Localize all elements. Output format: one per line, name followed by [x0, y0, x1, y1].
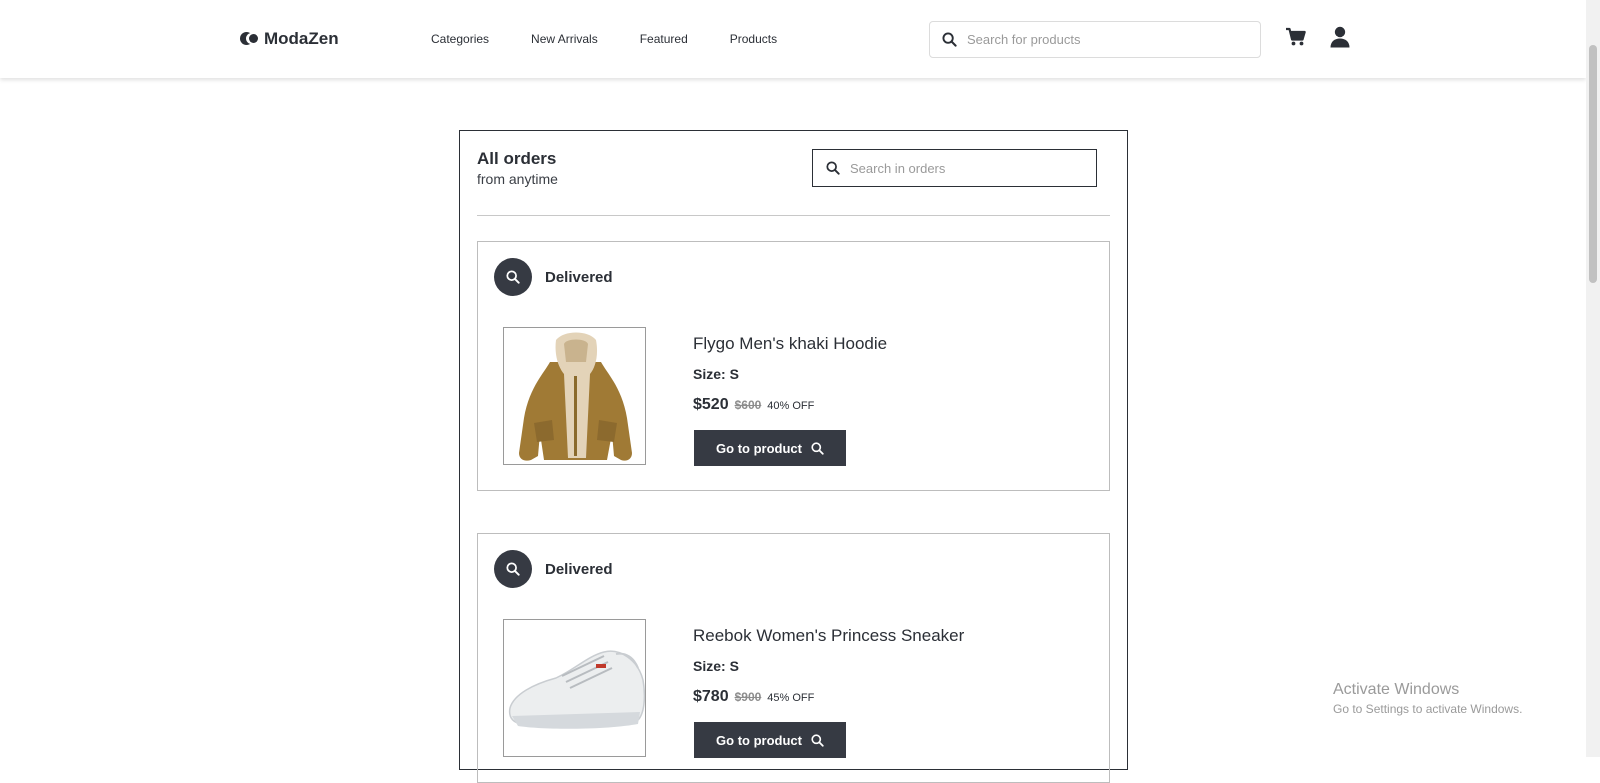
- order-status: Delivered: [545, 269, 613, 286]
- product-name[interactable]: Reebok Women's Princess Sneaker: [693, 626, 964, 646]
- search-icon: [506, 562, 520, 576]
- nav-link-featured[interactable]: Featured: [640, 32, 688, 46]
- orders-divider: [477, 215, 1110, 216]
- scrollbar-thumb[interactable]: [1589, 45, 1597, 283]
- order-card: Delivered Reebok Women's Princess Sneake…: [477, 533, 1110, 783]
- orders-title: All orders: [477, 149, 557, 168]
- order-status: Delivered: [545, 561, 613, 578]
- orders-search-input[interactable]: [850, 160, 1096, 176]
- cart-icon[interactable]: [1285, 27, 1307, 47]
- brand-logo[interactable]: ModaZen: [240, 29, 339, 49]
- order-card: Delivered Flygo Men's khaki Hoodie Size:…: [477, 241, 1110, 491]
- status-icon: [494, 258, 532, 296]
- product-search-input[interactable]: [967, 32, 1260, 47]
- top-navbar: ModaZen Categories New Arrivals Featured…: [0, 0, 1586, 78]
- product-image[interactable]: [503, 327, 646, 465]
- orders-search-bar[interactable]: [812, 149, 1097, 187]
- search-icon: [826, 161, 840, 175]
- product-image[interactable]: [503, 619, 646, 757]
- product-discount: 45% OFF: [767, 692, 815, 704]
- go-to-product-button[interactable]: Go to product: [694, 722, 846, 758]
- nav-link-products[interactable]: Products: [730, 32, 777, 46]
- search-icon: [811, 733, 824, 747]
- main-nav: Categories New Arrivals Featured Product…: [431, 32, 819, 46]
- orders-panel: All orders from anytime Delivered: [459, 130, 1128, 783]
- windows-activation-watermark: Activate Windows Go to Settings to activ…: [1333, 681, 1522, 716]
- orders-subtitle: from anytime: [477, 171, 558, 187]
- brand-name: ModaZen: [264, 29, 339, 48]
- hoodie-image: [519, 332, 632, 461]
- product-size: Size: S: [693, 366, 739, 382]
- nav-link-new-arrivals[interactable]: New Arrivals: [531, 32, 598, 46]
- product-price: $780: [693, 688, 729, 705]
- product-search-bar[interactable]: [929, 21, 1261, 58]
- status-icon: [494, 550, 532, 588]
- search-icon: [506, 270, 520, 284]
- product-name[interactable]: Flygo Men's khaki Hoodie: [693, 334, 887, 354]
- sneaker-image: [508, 650, 645, 729]
- modazen-logo-icon: [240, 31, 260, 47]
- go-to-product-label: Go to product: [716, 440, 802, 456]
- product-price: $520: [693, 396, 729, 413]
- watermark-title: Activate Windows: [1333, 681, 1460, 698]
- product-old-price: $600: [734, 398, 762, 412]
- go-to-product-label: Go to product: [716, 732, 802, 748]
- go-to-product-button[interactable]: Go to product: [694, 430, 846, 466]
- price-row: $780 $900 45% OFF: [693, 688, 814, 706]
- price-row: $520 $600 40% OFF: [693, 396, 814, 414]
- user-icon[interactable]: [1330, 26, 1350, 48]
- search-icon: [811, 441, 824, 455]
- nav-link-categories[interactable]: Categories: [431, 32, 489, 46]
- watermark-subtitle: Go to Settings to activate Windows.: [1333, 702, 1523, 716]
- product-discount: 40% OFF: [767, 400, 815, 412]
- page-scrollbar[interactable]: [1586, 0, 1600, 757]
- product-size: Size: S: [693, 658, 739, 674]
- search-icon: [942, 32, 957, 47]
- product-old-price: $900: [734, 690, 762, 704]
